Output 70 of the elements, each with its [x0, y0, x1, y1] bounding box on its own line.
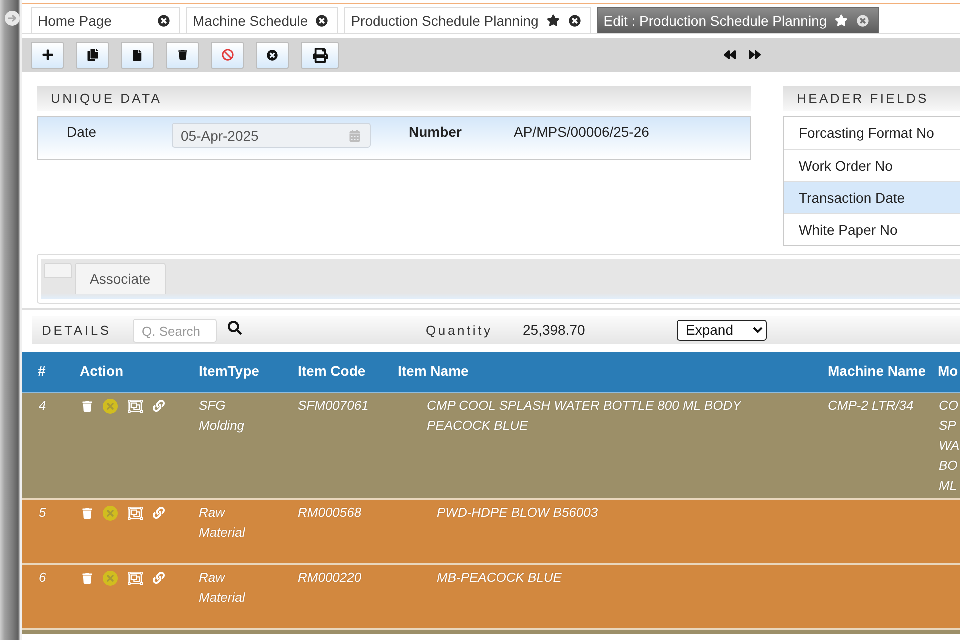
- close-icon[interactable]: [158, 14, 170, 26]
- item-name: CMP COOL SPLASH WATER BOTTLE 800 ML BODY PEACOCK BLUE: [427, 398, 742, 433]
- link-icon[interactable]: [153, 507, 165, 519]
- tab[interactable]: Machine Schedule: [186, 7, 338, 33]
- delete-button[interactable]: [166, 42, 199, 68]
- quantity-label: Quantity: [426, 322, 494, 338]
- tab[interactable]: Production Schedule Planning: [344, 7, 591, 33]
- search-field[interactable]: Q. Search: [133, 319, 217, 343]
- column-header: #: [37, 362, 47, 378]
- frame-icon[interactable]: [128, 398, 143, 414]
- row-number: 6: [39, 570, 46, 585]
- close-icon[interactable]: [316, 14, 328, 26]
- star-icon[interactable]: [546, 14, 560, 27]
- print-icon: [312, 48, 328, 62]
- close-icon: [267, 50, 278, 60]
- column-value: CO SP WA BO ML: [939, 398, 960, 493]
- machine-name: CMP-2 LTR/34: [828, 398, 914, 413]
- star-icon[interactable]: [835, 14, 848, 27]
- plus-icon: [42, 49, 54, 61]
- section-header: UNIQUE DATA: [37, 86, 751, 111]
- copy-button[interactable]: [76, 42, 109, 68]
- row-number: 4: [39, 398, 46, 413]
- add-button[interactable]: [31, 42, 64, 68]
- frame-icon[interactable]: [128, 570, 143, 586]
- search-icon[interactable]: [228, 320, 242, 334]
- tab[interactable]: Associate: [75, 263, 166, 294]
- arrow-right-circle-icon[interactable]: [5, 11, 20, 26]
- row-number: 5: [39, 505, 46, 520]
- cancel-button[interactable]: [211, 42, 244, 68]
- ban-icon: [222, 49, 234, 61]
- item-type: Raw Material: [199, 570, 246, 605]
- field-label: Number: [409, 123, 463, 141]
- item-code: SFM007061: [298, 398, 369, 413]
- quantity-value: 25,398.70: [523, 322, 586, 338]
- item-code: RM000220: [298, 570, 362, 585]
- item-name: PWD-HDPE BLOW B56003: [437, 505, 598, 520]
- trash-icon[interactable]: [82, 508, 93, 518]
- print-button[interactable]: [301, 42, 339, 68]
- item-type: SFG Molding: [199, 398, 245, 433]
- tab[interactable]: Home Page: [31, 7, 180, 33]
- link-icon[interactable]: [153, 400, 165, 412]
- column-header: Item Name: [397, 362, 470, 378]
- column-header: Mo: [937, 362, 960, 378]
- copy-icon: [86, 49, 98, 61]
- item-code: RM000568: [298, 505, 362, 520]
- trash-icon[interactable]: [82, 572, 93, 584]
- view-select[interactable]: Expand: [677, 320, 767, 340]
- frame-icon[interactable]: [128, 506, 143, 520]
- file-icon: [132, 50, 143, 60]
- field-value: AP/MPS/00006/25-26: [514, 123, 650, 141]
- item-name: MB-PEACOCK BLUE: [437, 570, 562, 585]
- date-field[interactable]: 05-Apr-2025: [172, 123, 371, 148]
- field-label: Date: [66, 123, 98, 141]
- tab[interactable]: Edit : Production Schedule Planning: [596, 7, 880, 33]
- section-title: DETAILS: [42, 322, 112, 338]
- column-header: ItemType: [198, 362, 260, 378]
- section-header: HEADER FIELDS: [783, 86, 960, 111]
- column-header: Machine Name: [827, 362, 928, 378]
- link-icon[interactable]: [153, 572, 165, 584]
- item-type: Raw Material: [199, 505, 246, 540]
- trash-icon[interactable]: [82, 400, 93, 412]
- list-item[interactable]: Transaction Date: [784, 181, 960, 213]
- file-button[interactable]: [121, 42, 154, 68]
- trash-icon: [178, 50, 188, 60]
- column-header: Item Code: [297, 362, 367, 378]
- backward-icon[interactable]: [724, 49, 736, 61]
- close-button[interactable]: [256, 42, 289, 68]
- column-header: Action: [79, 362, 125, 378]
- close-icon[interactable]: [568, 14, 581, 26]
- forward-icon[interactable]: [749, 49, 761, 61]
